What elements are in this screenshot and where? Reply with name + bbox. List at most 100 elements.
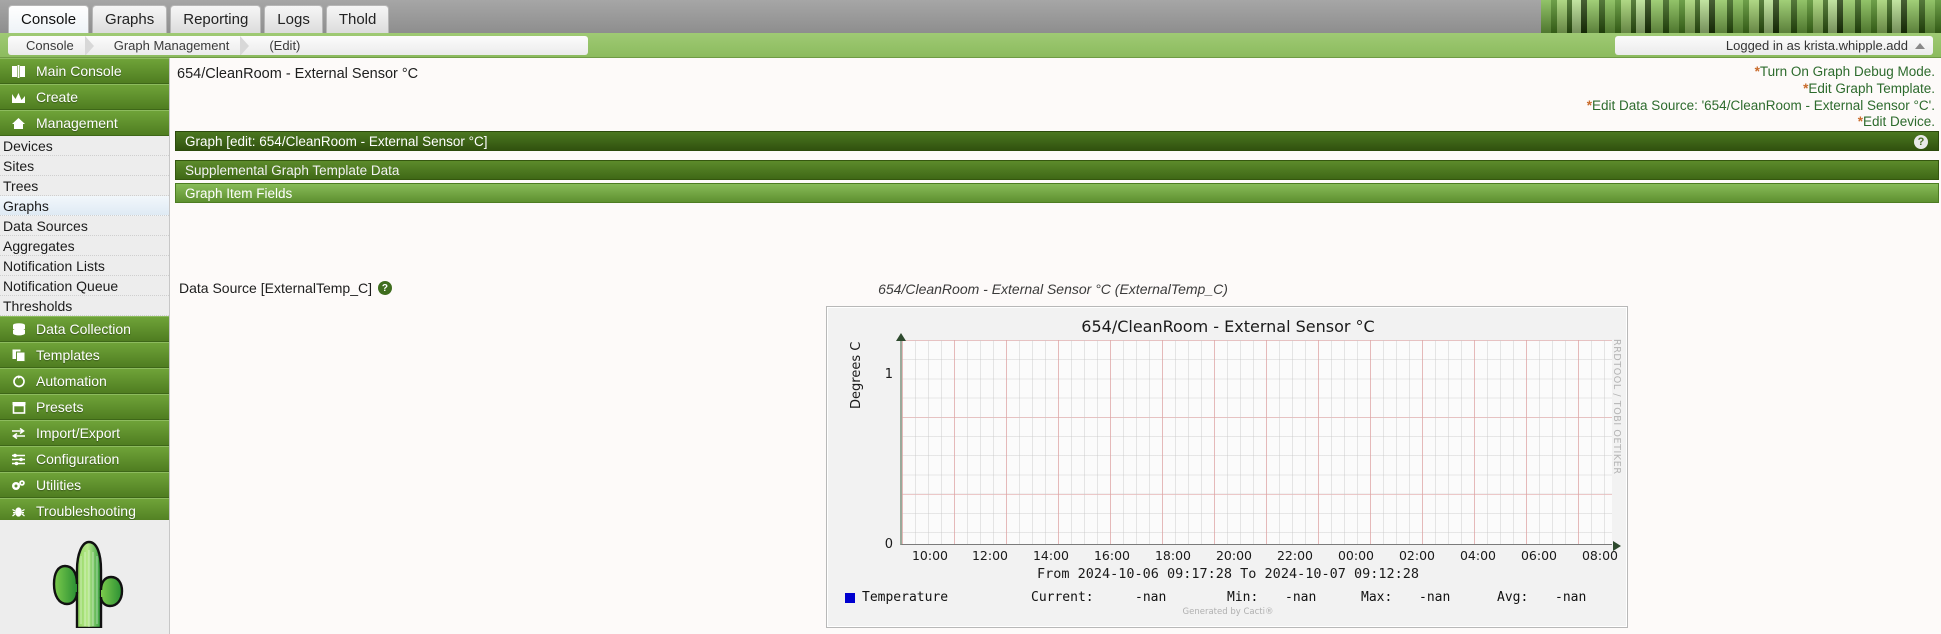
action-edit-device-label: Edit Device. bbox=[1862, 114, 1935, 130]
chart-x-tick-10: 06:00 bbox=[1520, 548, 1558, 563]
chart-x-tick-11: 08:00 bbox=[1581, 548, 1619, 563]
sidebar-item-notification-queue[interactable]: Notification Queue bbox=[0, 276, 169, 296]
sidebar-group-troubleshooting-label: Troubleshooting bbox=[36, 503, 136, 519]
action-turn-on-graph-debug-mode[interactable]: *Turn On Graph Debug Mode. bbox=[1587, 64, 1935, 81]
gears-icon bbox=[10, 478, 27, 493]
chart-x-tick-0: 10:00 bbox=[911, 548, 949, 563]
tab-thold[interactable]: Thold bbox=[325, 5, 390, 33]
action-turn-on-graph-debug-mode-label: Turn On Graph Debug Mode. bbox=[1759, 64, 1935, 79]
sidebar-item-devices[interactable]: Devices bbox=[0, 136, 169, 156]
chart-x-tick-1: 12:00 bbox=[971, 548, 1009, 563]
breadcrumb-item-edit[interactable]: (Edit) bbox=[251, 36, 322, 55]
tab-thold-label: Thold bbox=[338, 11, 377, 28]
sidebar-item-data-sources[interactable]: Data Sources bbox=[0, 216, 169, 236]
section-header-graph-item-fields-label: Graph Item Fields bbox=[185, 185, 293, 201]
breadcrumb-item-console-label: Console bbox=[26, 38, 74, 53]
sidebar-item-aggregates[interactable]: Aggregates bbox=[0, 236, 169, 256]
tab-console[interactable]: Console bbox=[8, 5, 90, 33]
sidebar-group-management-label: Management bbox=[36, 115, 118, 131]
sidebar-item-notification-lists-label: Notification Lists bbox=[3, 257, 105, 274]
chart-y-axis-label: Degrees C bbox=[849, 341, 864, 409]
page-title: 654/CleanRoom - External Sensor °C bbox=[177, 66, 419, 82]
sidebar-group-utilities[interactable]: Utilities bbox=[0, 472, 169, 498]
sidebar: Main Console Create Management Devices S… bbox=[0, 58, 170, 634]
chart-x-tick-4: 18:00 bbox=[1154, 548, 1192, 563]
book-icon bbox=[10, 64, 27, 79]
tab-logs-label: Logs bbox=[277, 11, 310, 28]
sidebar-group-import-export-label: Import/Export bbox=[36, 425, 121, 441]
sidebar-group-automation[interactable]: Automation bbox=[0, 368, 169, 394]
tab-graphs-label: Graphs bbox=[105, 11, 155, 28]
copy-icon bbox=[10, 348, 27, 363]
tab-graphs[interactable]: Graphs bbox=[92, 5, 168, 33]
action-edit-graph-template-label: Edit Graph Template. bbox=[1808, 80, 1935, 96]
help-icon[interactable]: ? bbox=[1914, 135, 1928, 149]
logged-in-user-menu[interactable]: Logged in as krista.whipple.add bbox=[1615, 36, 1933, 55]
sidebar-item-thresholds[interactable]: Thresholds bbox=[0, 296, 169, 316]
action-edit-data-source[interactable]: *Edit Data Source: '654/CleanRoom - Exte… bbox=[1587, 98, 1935, 115]
breadcrumb-item-graph-management-label: Graph Management bbox=[113, 38, 230, 53]
chart-plot-area bbox=[900, 340, 1612, 545]
section-header-graph-edit: Graph [edit: 654/CleanRoom - External Se… bbox=[175, 131, 1939, 151]
legend-min-value: -nan bbox=[1285, 590, 1317, 605]
sidebar-group-templates[interactable]: Templates bbox=[0, 342, 169, 368]
sidebar-group-utilities-label: Utilities bbox=[36, 477, 82, 493]
chart-y-tick-1: 1 bbox=[884, 367, 893, 382]
sidebar-item-trees[interactable]: Trees bbox=[0, 176, 169, 196]
chart-gridlines bbox=[902, 340, 1612, 544]
sidebar-group-main-console[interactable]: Main Console bbox=[0, 58, 169, 84]
chart-credit: Generated by Cacti® bbox=[1182, 607, 1274, 617]
tab-reporting[interactable]: Reporting bbox=[170, 5, 262, 33]
sidebar-item-notification-lists[interactable]: Notification Lists bbox=[0, 256, 169, 276]
top-tab-bar: Console Graphs Reporting Logs Thold bbox=[0, 0, 1941, 33]
refresh-icon bbox=[10, 374, 27, 389]
chart-x-tick-8: 02:00 bbox=[1398, 548, 1436, 563]
chart-x-tick-5: 20:00 bbox=[1215, 548, 1253, 563]
bug-icon bbox=[10, 504, 27, 519]
sidebar-item-graphs[interactable]: Graphs bbox=[0, 196, 169, 216]
breadcrumb-item-console[interactable]: Console bbox=[8, 36, 96, 55]
sidebar-group-configuration[interactable]: Configuration bbox=[0, 446, 169, 472]
sidebar-group-data-collection-label: Data Collection bbox=[36, 321, 131, 337]
sidebar-item-sites-label: Sites bbox=[3, 157, 35, 174]
sidebar-group-main-console-label: Main Console bbox=[36, 63, 122, 79]
chart-y-tick-0: 0 bbox=[884, 537, 893, 552]
data-source-value: 654/CleanRoom - External Sensor °C (Exte… bbox=[878, 281, 1228, 297]
chart-x-tick-6: 22:00 bbox=[1276, 548, 1314, 563]
sidebar-item-data-sources-label: Data Sources bbox=[3, 217, 88, 234]
sidebar-group-presets-label: Presets bbox=[36, 399, 84, 415]
legend-current-value: -nan bbox=[1135, 590, 1167, 605]
chart-legend: Temperature Current: -nan Min: -nan Max:… bbox=[845, 590, 1615, 608]
tab-reporting-label: Reporting bbox=[183, 11, 249, 28]
action-edit-graph-template[interactable]: *Edit Graph Template. bbox=[1587, 81, 1935, 98]
chart-x-tick-3: 16:00 bbox=[1093, 548, 1131, 563]
section-header-graph-edit-label: Graph [edit: 654/CleanRoom - External Se… bbox=[185, 133, 488, 149]
cactus-icon bbox=[52, 540, 123, 628]
chart-icon bbox=[10, 90, 27, 105]
sidebar-group-create[interactable]: Create bbox=[0, 84, 169, 110]
rrd-graph: 654/CleanRoom - External Sensor °C RRDTO… bbox=[826, 306, 1628, 628]
chart-x-tick-2: 14:00 bbox=[1032, 548, 1070, 563]
sliders-icon bbox=[10, 452, 27, 467]
main-content: 654/CleanRoom - External Sensor °C *Turn… bbox=[171, 58, 1941, 634]
home-icon bbox=[10, 116, 27, 131]
breadcrumb-item-graph-management[interactable]: Graph Management bbox=[96, 36, 252, 55]
legend-avg-label: Avg: bbox=[1497, 590, 1529, 605]
section-header-graph-item-fields: Graph Item Fields bbox=[175, 183, 1939, 203]
section-header-supplemental-label: Supplemental Graph Template Data bbox=[185, 162, 400, 178]
breadcrumb-item-edit-label: (Edit) bbox=[269, 38, 301, 53]
legend-max-value: -nan bbox=[1419, 590, 1451, 605]
legend-max-label: Max: bbox=[1361, 590, 1393, 605]
chart-x-tick-7: 00:00 bbox=[1337, 548, 1375, 563]
action-edit-device[interactable]: *Edit Device. bbox=[1587, 114, 1935, 131]
section-header-supplemental: Supplemental Graph Template Data bbox=[175, 160, 1939, 180]
sidebar-group-create-label: Create bbox=[36, 89, 79, 105]
tab-logs[interactable]: Logs bbox=[264, 5, 323, 33]
sidebar-group-presets[interactable]: Presets bbox=[0, 394, 169, 420]
sidebar-group-data-collection[interactable]: Data Collection bbox=[0, 316, 169, 342]
sidebar-item-sites[interactable]: Sites bbox=[0, 156, 169, 176]
sidebar-group-import-export[interactable]: Import/Export bbox=[0, 420, 169, 446]
chart-time-range: From 2024-10-06 09:17:28 To 2024-10-07 0… bbox=[1036, 566, 1419, 582]
sidebar-group-templates-label: Templates bbox=[36, 347, 100, 363]
sidebar-group-management[interactable]: Management bbox=[0, 110, 169, 136]
